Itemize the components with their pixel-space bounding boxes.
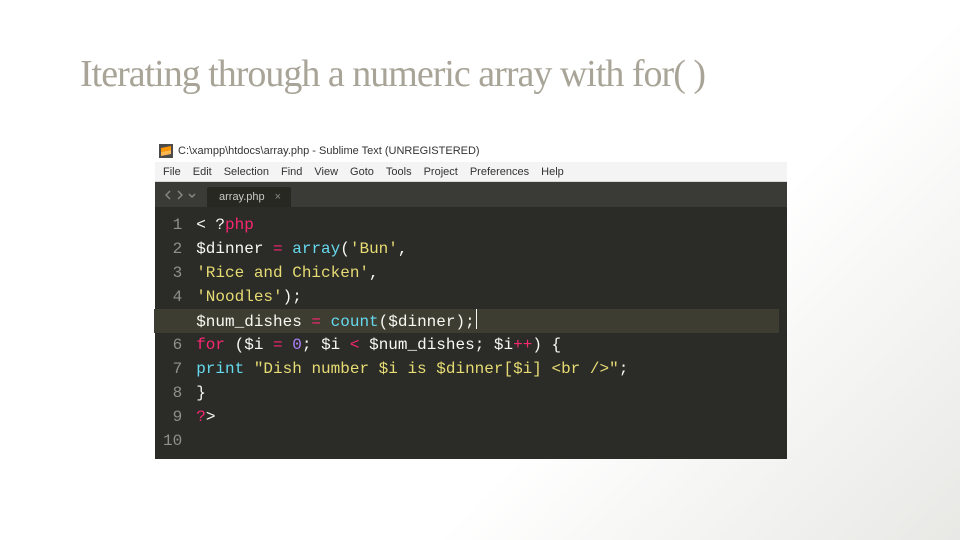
menubar[interactable]: File Edit Selection Find View Goto Tools… xyxy=(155,162,787,182)
tab-close-icon[interactable]: × xyxy=(275,191,281,203)
menu-project[interactable]: Project xyxy=(424,166,458,178)
menu-help[interactable]: Help xyxy=(541,166,564,178)
code-line: for ($i = 0; $i < $num_dishes; $i++) { xyxy=(196,333,779,357)
menu-find[interactable]: Find xyxy=(281,166,302,178)
tab-forward-icon[interactable] xyxy=(175,190,185,200)
menu-goto[interactable]: Goto xyxy=(350,166,374,178)
code-line: } xyxy=(196,381,779,405)
tab-dropdown-icon[interactable] xyxy=(187,190,197,200)
sublime-icon xyxy=(159,144,173,158)
window-titlebar: C:\xampp\htdocs\array.php - Sublime Text… xyxy=(155,140,787,162)
code-line: $dinner = array('Bun', xyxy=(196,237,779,261)
line-number: 4 xyxy=(163,285,182,309)
code-line: 'Rice and Chicken', xyxy=(196,261,779,285)
tab-arrayphp[interactable]: array.php × xyxy=(207,187,291,207)
code-line: 'Noodles'); xyxy=(196,285,779,309)
text-cursor xyxy=(476,309,477,329)
editor-body: 1 2 3 4 5 6 7 8 9 10 < ?php $dinner = ar… xyxy=(155,207,787,459)
line-number: 8 xyxy=(163,381,182,405)
code-line: < ?php xyxy=(196,213,779,237)
line-number: 2 xyxy=(163,237,182,261)
tab-label: array.php xyxy=(219,191,265,203)
code-area[interactable]: < ?php $dinner = array('Bun', 'Rice and … xyxy=(194,207,787,459)
slide-title: Iterating through a numeric array with f… xyxy=(80,52,705,96)
code-line-active: $num_dishes = count($dinner); xyxy=(196,309,779,333)
menu-edit[interactable]: Edit xyxy=(193,166,212,178)
line-number: 6 xyxy=(163,333,182,357)
code-line: ?> xyxy=(196,405,779,429)
tab-bar: array.php × xyxy=(155,182,787,207)
line-number: 9 xyxy=(163,405,182,429)
menu-preferences[interactable]: Preferences xyxy=(470,166,529,178)
editor-window: C:\xampp\htdocs\array.php - Sublime Text… xyxy=(155,140,787,459)
gutter: 1 2 3 4 5 6 7 8 9 10 xyxy=(155,207,194,459)
line-number: 3 xyxy=(163,261,182,285)
menu-selection[interactable]: Selection xyxy=(224,166,269,178)
code-line xyxy=(196,429,779,453)
code-line: print "Dish number $i is $dinner[$i] <br… xyxy=(196,357,779,381)
window-title-text: C:\xampp\htdocs\array.php - Sublime Text… xyxy=(178,145,480,157)
menu-view[interactable]: View xyxy=(314,166,338,178)
menu-tools[interactable]: Tools xyxy=(386,166,412,178)
line-number: 7 xyxy=(163,357,182,381)
menu-file[interactable]: File xyxy=(163,166,181,178)
tab-back-icon[interactable] xyxy=(163,190,173,200)
line-number: 10 xyxy=(163,429,182,453)
line-number: 1 xyxy=(163,213,182,237)
tab-nav xyxy=(159,182,201,207)
